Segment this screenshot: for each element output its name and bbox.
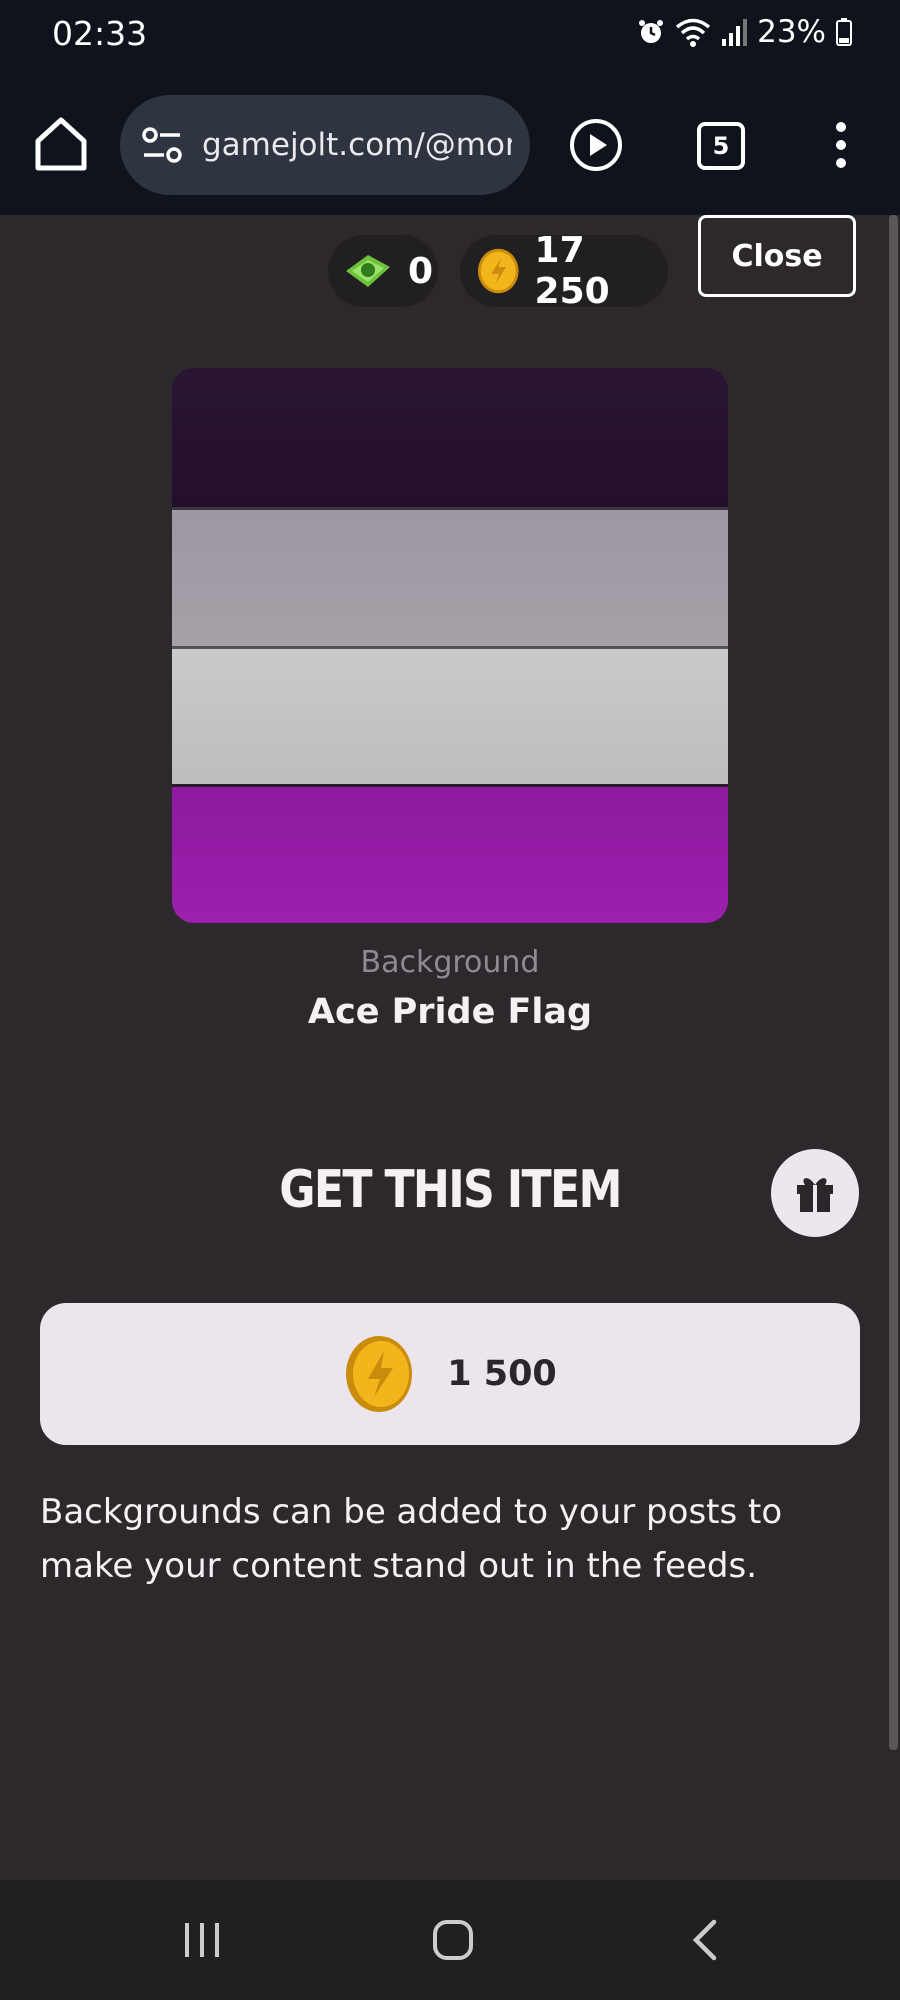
- coin-icon: [477, 248, 519, 294]
- tab-switcher-button[interactable]: 5: [697, 122, 745, 170]
- wifi-icon: [675, 18, 711, 47]
- cash-amount: 0: [408, 250, 434, 292]
- status-bar: 02:33 23%: [0, 0, 900, 75]
- buy-button[interactable]: 1 500: [40, 1303, 860, 1445]
- item-description: Backgrounds can be added to your posts t…: [40, 1492, 783, 1586]
- item-name: Ace Pride Flag: [307, 992, 593, 1032]
- coin-balance: 17 250: [460, 230, 668, 312]
- gift-button[interactable]: [771, 1149, 859, 1237]
- close-button[interactable]: Close: [698, 215, 856, 297]
- status-icons: 23%: [637, 14, 852, 50]
- site-settings-icon[interactable]: [140, 123, 184, 167]
- play-icon[interactable]: [568, 117, 624, 173]
- signal-icon: [722, 19, 748, 46]
- item-price: 1 500: [447, 1354, 557, 1394]
- coin-icon: [346, 1336, 413, 1412]
- flag-stripe-grey: [172, 506, 728, 646]
- battery-icon: [836, 18, 852, 46]
- scrollbar[interactable]: [889, 215, 898, 1750]
- get-item-heading: GET THIS ITEM: [279, 1160, 622, 1220]
- cash-icon: [346, 255, 390, 287]
- tab-count: 5: [712, 132, 730, 160]
- home-icon[interactable]: [30, 113, 92, 175]
- home-nav-icon[interactable]: [431, 1918, 475, 1962]
- back-icon[interactable]: [690, 1918, 720, 1962]
- flag-stripe-purple: [172, 784, 728, 923]
- menu-icon[interactable]: [826, 119, 856, 171]
- cash-balance: 0: [328, 235, 438, 307]
- coin-amount: 17 250: [534, 230, 610, 312]
- status-time: 02:33: [52, 14, 148, 53]
- battery-percent: 23%: [757, 14, 826, 50]
- url-text[interactable]: gamejolt.com/@mora: [202, 127, 512, 163]
- item-preview-image: [172, 368, 728, 923]
- system-nav-bar: [0, 1880, 900, 2000]
- flag-stripe-black: [172, 368, 728, 507]
- address-bar[interactable]: gamejolt.com/@mora: [120, 95, 530, 195]
- gift-icon: [797, 1178, 833, 1212]
- alarm-icon: [639, 20, 664, 43]
- browser-toolbar: gamejolt.com/@mora 5: [0, 75, 900, 215]
- recent-apps-icon[interactable]: [182, 1920, 222, 1960]
- flag-stripe-white: [172, 645, 728, 785]
- item-type-label: Background: [360, 945, 540, 980]
